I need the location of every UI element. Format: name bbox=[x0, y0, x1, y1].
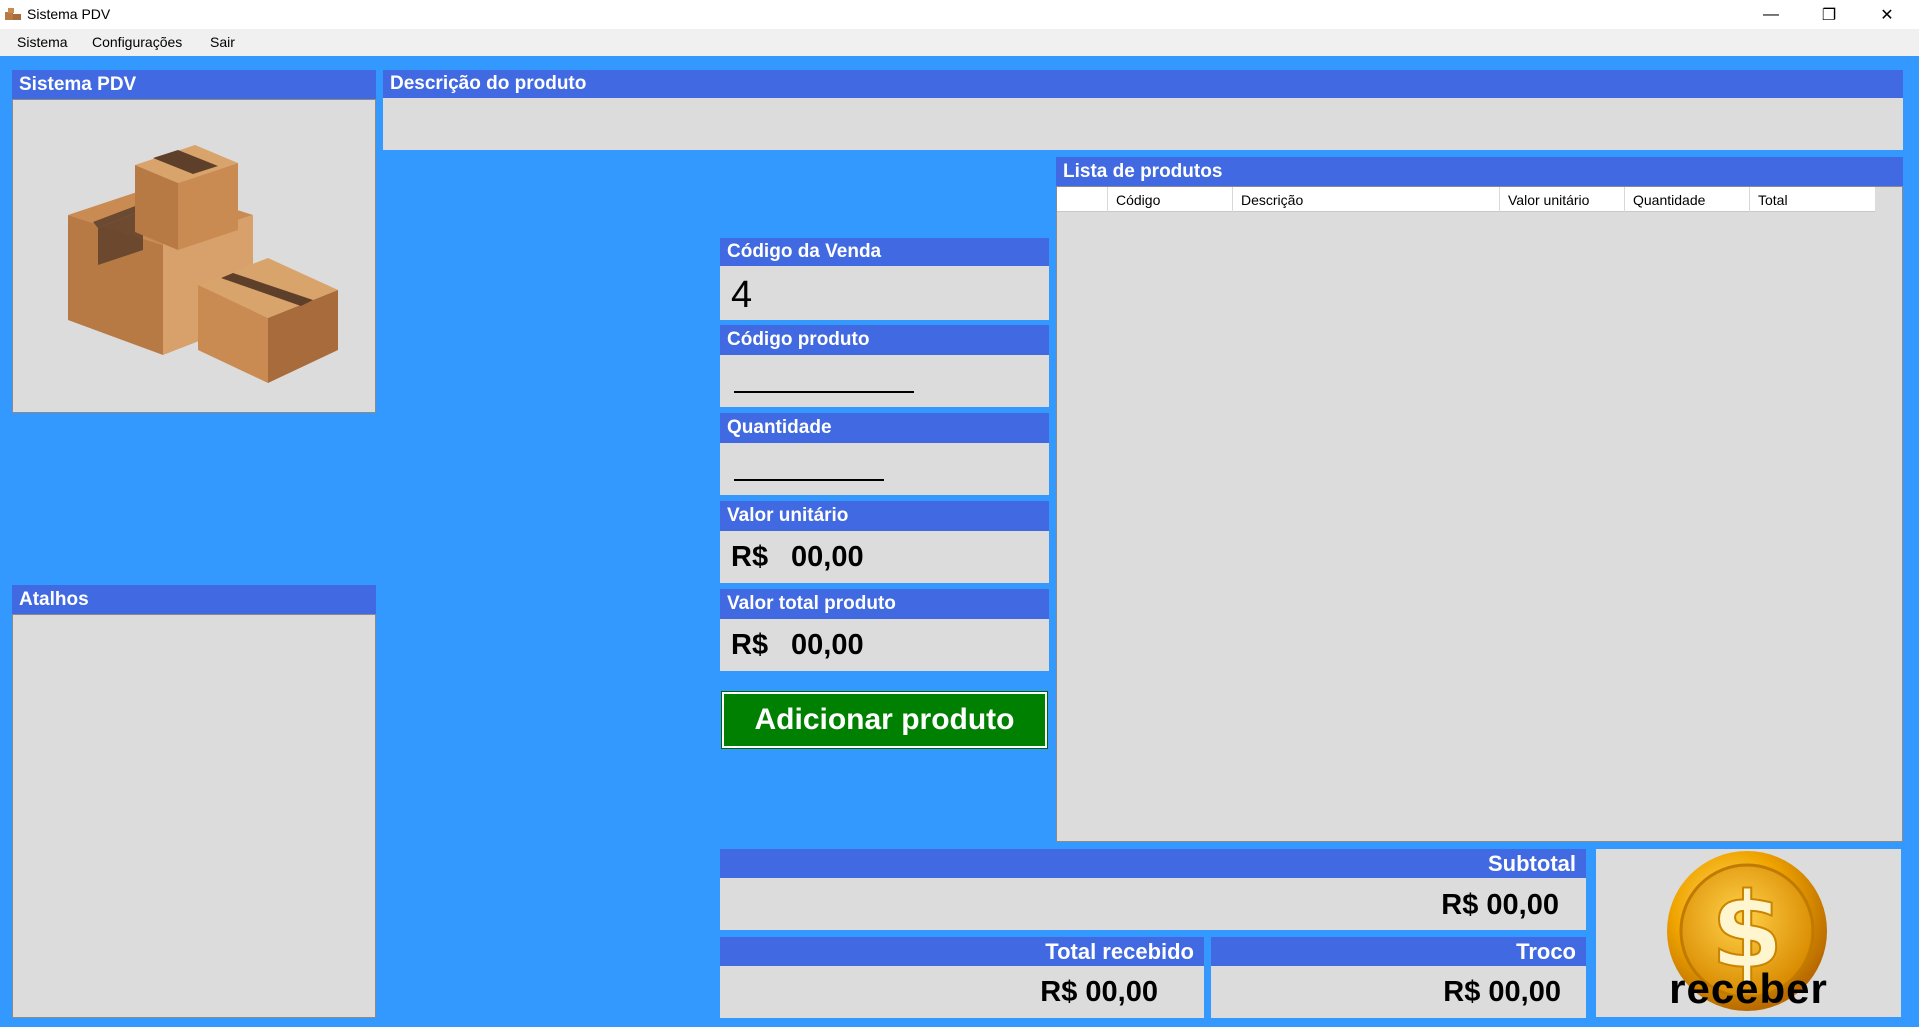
close-icon: ✕ bbox=[1880, 6, 1894, 24]
menu-bar: Sistema Configurações Sair bbox=[0, 29, 1919, 56]
unit-value-title: Valor unitário bbox=[727, 505, 849, 526]
app-boxes-icon bbox=[5, 8, 21, 20]
unit-value-currency: R$ bbox=[731, 541, 769, 573]
column-valor-unitario[interactable]: Valor unitário bbox=[1500, 187, 1625, 212]
product-list-columns: Código Descrição Valor unitário Quantida… bbox=[1057, 187, 1875, 212]
total-product-title: Valor total produto bbox=[727, 593, 896, 614]
total-product-currency: R$ bbox=[731, 629, 769, 661]
shortcuts-panel-title: Atalhos bbox=[19, 588, 89, 610]
received-title: Total recebido bbox=[1045, 938, 1194, 964]
subtotal-title: Subtotal bbox=[1488, 850, 1576, 876]
subtotal-field: R$ 00,00 bbox=[720, 878, 1586, 930]
total-product-amount: 00,00 bbox=[791, 629, 864, 661]
add-product-label: Adicionar produto bbox=[754, 703, 1015, 736]
add-product-button[interactable]: Adicionar produto bbox=[721, 691, 1048, 749]
received-field: R$ 00,00 bbox=[720, 966, 1204, 1018]
received-value: R$ 00,00 bbox=[1040, 976, 1158, 1008]
minimize-button[interactable]: — bbox=[1742, 0, 1800, 29]
title-bar: Sistema PDV — ❐ ✕ bbox=[0, 0, 1919, 29]
product-code-input[interactable] bbox=[720, 355, 1049, 407]
product-list-title: Lista de produtos bbox=[1063, 160, 1223, 182]
unit-value-amount: 00,00 bbox=[791, 541, 864, 573]
close-button[interactable]: ✕ bbox=[1858, 0, 1916, 29]
quantity-header: Quantidade bbox=[720, 413, 1049, 443]
product-list-grid[interactable] bbox=[1056, 186, 1903, 842]
menu-sistema[interactable]: Sistema bbox=[17, 34, 68, 50]
logo-panel bbox=[12, 99, 376, 413]
boxes-icon bbox=[68, 145, 338, 383]
change-field: R$ 00,00 bbox=[1211, 966, 1586, 1018]
column-codigo[interactable]: Código bbox=[1108, 187, 1233, 212]
product-code-header: Código produto bbox=[720, 325, 1049, 355]
minimize-icon: — bbox=[1763, 5, 1779, 23]
column-total[interactable]: Total bbox=[1750, 187, 1875, 212]
sale-code-header: Código da Venda bbox=[720, 238, 1049, 266]
quantity-title: Quantidade bbox=[727, 417, 832, 438]
product-code-title: Código produto bbox=[727, 329, 870, 350]
sale-code-title: Código da Venda bbox=[727, 241, 882, 262]
description-title: Descrição do produto bbox=[390, 73, 587, 94]
shortcuts-panel bbox=[12, 614, 376, 1018]
change-value: R$ 00,00 bbox=[1443, 976, 1561, 1008]
unit-value-header: Valor unitário bbox=[720, 501, 1049, 531]
change-title: Troco bbox=[1516, 938, 1576, 964]
sale-code-value: 4 bbox=[731, 274, 753, 316]
receive-label[interactable]: receber bbox=[1596, 965, 1901, 1013]
description-field bbox=[383, 98, 1903, 150]
total-product-header: Valor total produto bbox=[720, 589, 1049, 619]
window-title: Sistema PDV bbox=[27, 6, 111, 22]
column-selector[interactable] bbox=[1057, 187, 1108, 212]
sale-code-field: 4 bbox=[720, 266, 1049, 320]
description-header: Descrição do produto bbox=[383, 70, 1903, 98]
product-code-underline bbox=[734, 391, 914, 393]
column-quantidade[interactable]: Quantidade bbox=[1625, 187, 1750, 212]
quantity-underline bbox=[734, 479, 884, 481]
column-descricao[interactable]: Descrição bbox=[1233, 187, 1500, 212]
shortcuts-panel-header: Atalhos bbox=[12, 585, 376, 614]
menu-sair[interactable]: Sair bbox=[210, 34, 235, 50]
maximize-button[interactable]: ❐ bbox=[1800, 0, 1858, 29]
unit-value-field: R$ 00,00 bbox=[720, 531, 1049, 583]
maximize-icon: ❐ bbox=[1821, 6, 1837, 24]
logo-panel-header: Sistema PDV bbox=[12, 70, 376, 99]
subtotal-header: Subtotal bbox=[720, 849, 1586, 878]
product-list-header: Lista de produtos bbox=[1056, 157, 1903, 186]
change-header: Troco bbox=[1211, 937, 1586, 966]
received-header: Total recebido bbox=[720, 937, 1204, 966]
subtotal-value: R$ 00,00 bbox=[1441, 889, 1559, 921]
total-product-field: R$ 00,00 bbox=[720, 619, 1049, 671]
quantity-input[interactable] bbox=[720, 443, 1049, 495]
logo-panel-title: Sistema PDV bbox=[19, 73, 137, 95]
menu-configuracoes[interactable]: Configurações bbox=[92, 34, 182, 50]
